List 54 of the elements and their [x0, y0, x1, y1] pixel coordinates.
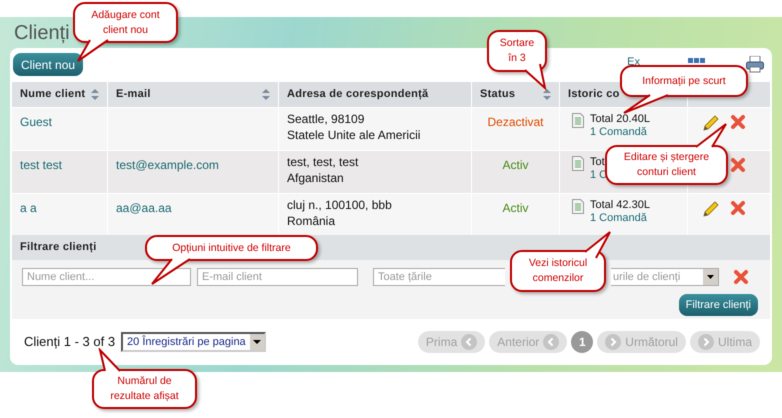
chevron-right-icon [605, 334, 622, 350]
delete-icon[interactable] [730, 114, 746, 130]
client-name-link[interactable]: a a [20, 200, 37, 215]
delete-icon[interactable] [730, 157, 746, 174]
address-line: Seattle, 98109 [287, 111, 366, 128]
status-text: Dezactivat [487, 114, 544, 132]
callout: Sortare în 3 [487, 30, 547, 72]
country-select[interactable]: Toate țările [373, 268, 505, 286]
column-header: E-mail [116, 87, 151, 102]
column-header: Nume client [20, 87, 86, 102]
sort-icon[interactable] [262, 89, 270, 100]
page-number-button[interactable]: 1 [571, 331, 594, 354]
address-line: test, test, test [287, 154, 360, 170]
page-title: Clienți [14, 21, 70, 46]
order-total: Total 42.30L [590, 198, 650, 212]
grid-icon[interactable] [688, 58, 706, 63]
chevron-left-icon [461, 334, 478, 350]
address-line: România [287, 212, 336, 229]
filter-title: Filtrare clienți [20, 240, 97, 256]
email-filter-field[interactable]: E-mail client [197, 268, 358, 286]
document-icon [572, 156, 584, 172]
order-total: Total 20.40L [590, 113, 650, 126]
delete-icon[interactable] [733, 268, 749, 285]
orders-link[interactable]: 1 Comandă [590, 126, 650, 140]
per-page-select[interactable]: 20 Înregistrări pe pagina [121, 332, 266, 352]
document-icon [572, 113, 584, 128]
address-line: Statele Unite ale Americii [287, 127, 422, 144]
column-header: Status [480, 87, 516, 102]
new-client-button[interactable]: Client nou [13, 53, 84, 76]
client-type-select[interactable]: urile de clienți [611, 268, 719, 286]
sort-icon[interactable] [543, 89, 551, 100]
filter-button[interactable]: Filtrare clienți [678, 294, 758, 316]
chevron-right-icon [698, 334, 714, 350]
printer-icon[interactable] [746, 56, 764, 73]
document-icon [572, 198, 584, 214]
client-name-link[interactable]: Guest [20, 115, 52, 130]
chevron-left-icon [543, 334, 560, 350]
address-line: cluj n., 100100, bbb [287, 196, 393, 213]
pencil-icon[interactable] [702, 114, 720, 132]
client-name-link[interactable]: test test [20, 158, 62, 172]
status-text: Activ [502, 157, 528, 174]
email-link[interactable]: aa@aa.aa [116, 200, 172, 215]
address-line: Afganistan [287, 170, 345, 186]
orders-link[interactable]: 1 Comandă [590, 212, 650, 225]
email-link[interactable]: test@example.com [116, 158, 219, 172]
column-header: Istoric co [568, 87, 620, 102]
pencil-icon[interactable] [702, 200, 720, 218]
status-text: Activ [502, 200, 528, 217]
sort-icon[interactable] [91, 89, 99, 100]
delete-icon[interactable] [730, 200, 746, 216]
export-link[interactable]: Ex [627, 56, 640, 68]
results-count: Clienți 1 - 3 of 3 [24, 333, 116, 352]
order-total: Tot [590, 156, 606, 170]
column-header: Adresa de corespondență [287, 87, 428, 102]
